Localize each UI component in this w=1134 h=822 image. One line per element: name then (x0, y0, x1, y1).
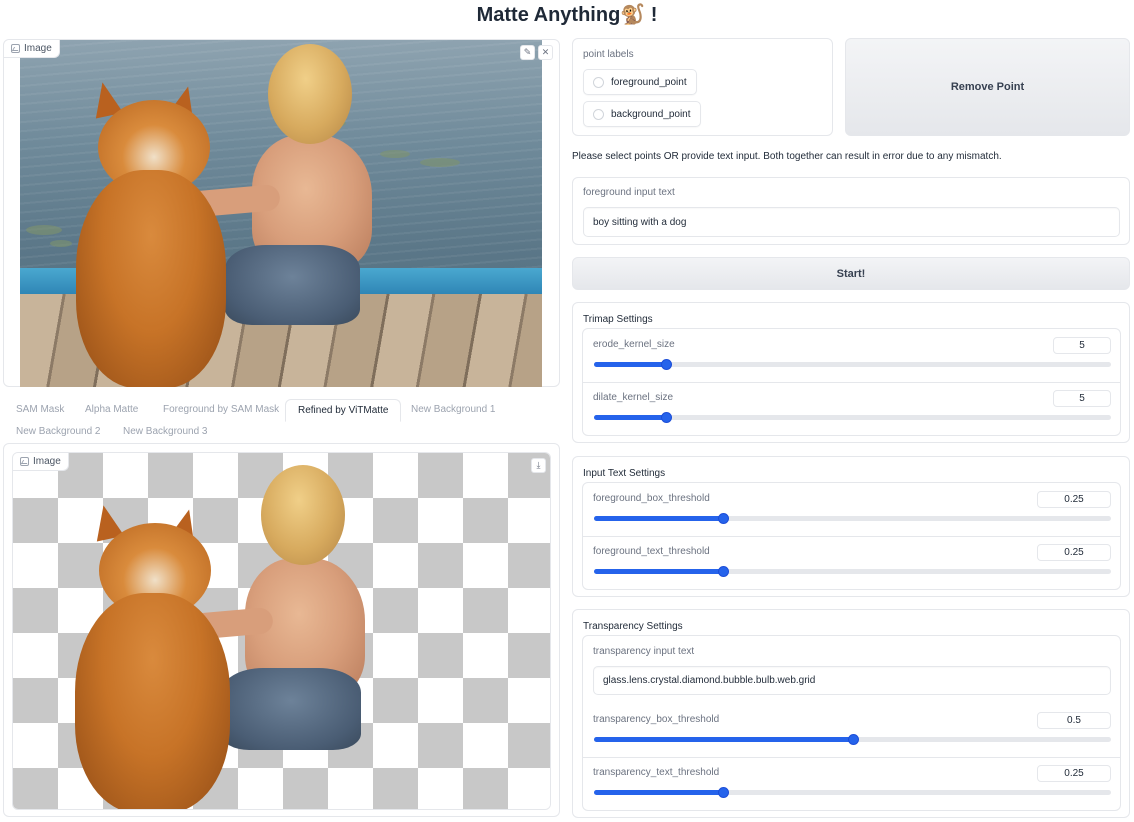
divider (583, 536, 1120, 537)
input-text-settings-title: Input Text Settings (583, 468, 666, 479)
foreground-input-group: foreground input text boy sitting with a… (572, 177, 1130, 245)
dilate-kernel-size-label: dilate_kernel_size (593, 392, 674, 403)
dilate-kernel-size-input[interactable]: 5 (1053, 390, 1111, 407)
tab-new-background-2[interactable]: New Background 2 (4, 421, 113, 442)
tab-new-background-3[interactable]: New Background 3 (111, 421, 220, 442)
slider-thumb[interactable] (718, 566, 730, 577)
radio-background-point[interactable]: background_point (583, 101, 701, 127)
slider-thumb[interactable] (847, 734, 859, 745)
transparency-input-label: transparency input text (593, 646, 695, 657)
radio-dot[interactable] (593, 76, 604, 88)
slider-fill (594, 790, 724, 795)
tab-refined-by-vitmatte[interactable]: Refined by ViTMatte (285, 399, 402, 422)
edit-icon[interactable]: ✎ (520, 45, 535, 60)
divider (583, 382, 1120, 383)
transparency-box-threshold-label: transparency_box_threshold (593, 714, 720, 725)
foreground-text-threshold-slider[interactable] (594, 566, 1111, 577)
output-panel: Image ⤓ (3, 443, 560, 817)
image-icon (11, 44, 20, 53)
input-image-label: Image (4, 40, 60, 58)
slider-thumb[interactable] (661, 412, 673, 423)
slider-thumb[interactable] (718, 787, 730, 798)
foreground-box-threshold-slider[interactable] (594, 513, 1111, 524)
slider-fill (594, 569, 724, 574)
download-icon[interactable]: ⤓ (531, 458, 546, 473)
tab-alpha-matte[interactable]: Alpha Matte (73, 399, 150, 420)
tab-foreground-by-sam-mask[interactable]: Foreground by SAM Mask (151, 399, 291, 420)
slider-fill (594, 362, 667, 367)
transparency-box-threshold-input[interactable]: 0.5 (1037, 712, 1111, 729)
transparency-input-field[interactable]: glass.lens.crystal.diamond.bubble.bulb.w… (593, 666, 1111, 695)
point-labels-group: point labels foreground_point background… (572, 38, 833, 136)
erode-kernel-size-label: erode_kernel_size (593, 339, 675, 350)
foreground-text-threshold-input[interactable]: 0.25 (1037, 544, 1111, 561)
radio-foreground-point[interactable]: foreground_point (583, 69, 697, 95)
tab-sam-mask[interactable]: SAM Mask (4, 399, 76, 420)
output-image-label: Image (13, 453, 69, 471)
foreground-text-threshold-label: foreground_text_threshold (593, 546, 710, 557)
trimap-settings-panel: Trimap Settings erode_kernel_size 5 dila… (572, 302, 1130, 443)
image-icon (20, 457, 29, 466)
output-cutout (53, 463, 393, 809)
foreground-input-label: foreground input text (583, 187, 675, 198)
tab-new-background-1[interactable]: New Background 1 (399, 399, 508, 420)
slider-thumb[interactable] (661, 359, 673, 370)
point-labels-title: point labels (583, 49, 634, 60)
transparency-settings-panel: Transparency Settings transparency input… (572, 609, 1130, 818)
input-photo[interactable] (20, 40, 542, 387)
output-image-block: Image ⤓ (12, 452, 551, 810)
input-text-sliders: foreground_box_threshold 0.25 foreground… (582, 482, 1121, 590)
transparency-text-threshold-slider[interactable] (594, 787, 1111, 798)
divider (583, 757, 1120, 758)
transparency-text-threshold-label: transparency_text_threshold (593, 767, 720, 778)
foreground-box-threshold-label: foreground_box_threshold (593, 493, 710, 504)
close-icon[interactable]: ✕ (538, 45, 553, 60)
transparency-box-threshold-slider[interactable] (594, 734, 1111, 745)
slider-fill (594, 737, 853, 742)
dilate-kernel-size-slider[interactable] (594, 412, 1111, 423)
foreground-input-field[interactable]: boy sitting with a dog (583, 207, 1120, 237)
radio-dot[interactable] (593, 108, 604, 120)
slider-fill (594, 516, 724, 521)
transparency-text-threshold-input[interactable]: 0.25 (1037, 765, 1111, 782)
remove-point-button[interactable]: Remove Point (845, 38, 1130, 136)
slider-fill (594, 415, 667, 420)
input-image-block[interactable]: Image ✎ ✕ (3, 39, 560, 387)
transparency-controls: transparency input text glass.lens.cryst… (582, 635, 1121, 811)
slider-thumb[interactable] (718, 513, 730, 524)
input-text-settings-panel: Input Text Settings foreground_box_thres… (572, 456, 1130, 597)
erode-kernel-size-input[interactable]: 5 (1053, 337, 1111, 354)
trimap-sliders: erode_kernel_size 5 dilate_kernel_size 5 (582, 328, 1121, 436)
start-button[interactable]: Start! (572, 257, 1130, 290)
transparency-settings-title: Transparency Settings (583, 621, 683, 632)
foreground-box-threshold-input[interactable]: 0.25 (1037, 491, 1111, 508)
erode-kernel-size-slider[interactable] (594, 359, 1111, 370)
trimap-settings-title: Trimap Settings (583, 314, 653, 325)
input-mode-note: Please select points OR provide text inp… (572, 151, 1002, 162)
app-title: Matte Anything🐒 ! (476, 4, 658, 26)
